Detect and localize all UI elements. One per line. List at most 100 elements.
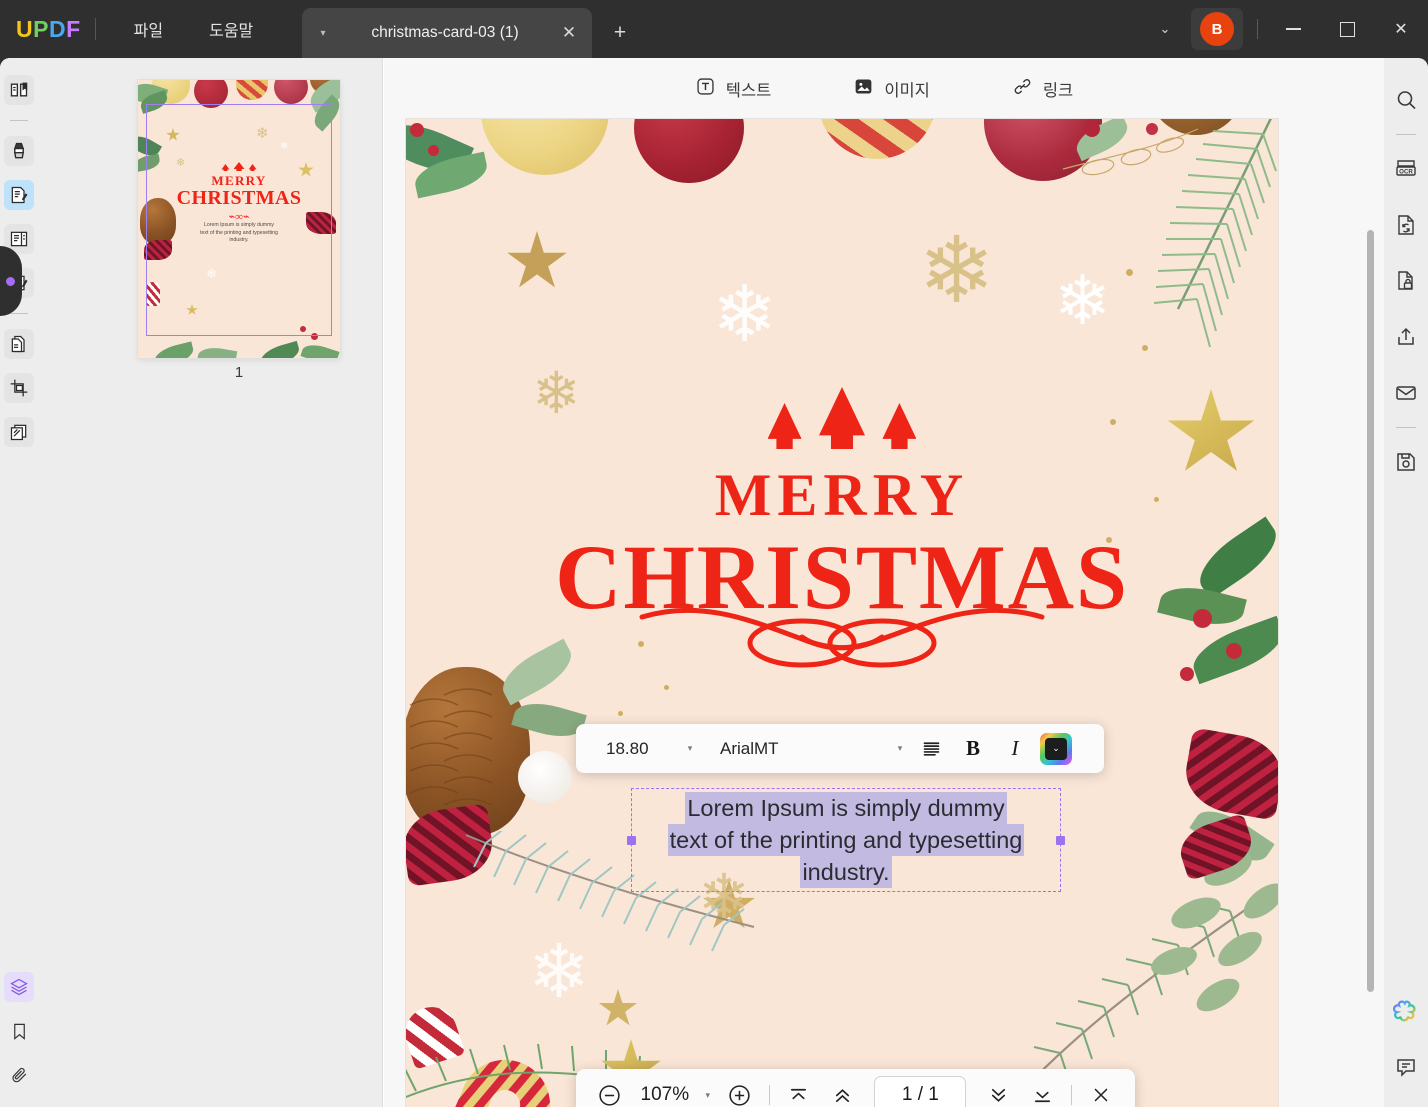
titlebar-divider-2 (1257, 19, 1258, 39)
gold-dot-2 (1142, 345, 1148, 351)
document-tab[interactable]: ▾ christmas-card-03 (1) ✕ (302, 8, 592, 58)
thumbnail-artwork: ❄ ❄ ❄ ❄ (138, 80, 340, 358)
toolbar-link-tool[interactable]: 링크 (1002, 71, 1083, 107)
flourish-ornament (632, 599, 1052, 671)
bow-right (1180, 727, 1278, 820)
search-icon[interactable] (1389, 83, 1423, 117)
toolbar-text-tool[interactable]: 텍스트 (685, 71, 782, 107)
font-size-value[interactable]: 18.80 (582, 739, 680, 759)
bauble-red-1 (194, 80, 228, 108)
berry-thumb-1 (311, 333, 318, 340)
updf-logo: UPDF (16, 18, 81, 41)
tree-small-left (768, 403, 802, 449)
menu-help[interactable]: 도움말 (195, 11, 267, 47)
menu-file[interactable]: 파일 (120, 11, 177, 47)
document-viewer: 텍스트 이미지 (384, 58, 1384, 1107)
berry-tl-1 (410, 123, 424, 137)
new-tab-button[interactable]: + (606, 19, 634, 47)
thumb-body-line-2: text of the printing and typesetting (138, 230, 340, 238)
resize-handle-left[interactable] (627, 836, 636, 845)
collapse-indicator-dot (6, 277, 15, 286)
bauble-yellow-large (481, 119, 609, 175)
page-indicator[interactable]: 1 / 1 (874, 1076, 966, 1107)
sidebar-item-attachment[interactable] (4, 1060, 34, 1090)
first-page-icon[interactable] (777, 1075, 821, 1107)
prev-page-icon[interactable] (821, 1075, 865, 1107)
thumbnail-page-1[interactable]: ❄ ❄ ❄ ❄ (138, 80, 340, 358)
berry-right-1 (1193, 609, 1212, 628)
leaf-b1 (152, 341, 195, 358)
resize-handle-right[interactable] (1056, 836, 1065, 845)
left-tool-rail (0, 58, 38, 1107)
share-icon[interactable] (1389, 320, 1423, 354)
thumb-trees (138, 162, 340, 171)
sidebar-item-comment[interactable] (4, 136, 34, 166)
page-navigation-bar: 107% ▾ 1 / 1 (576, 1069, 1135, 1107)
text-color-picker[interactable]: ⌄ (1040, 733, 1072, 765)
sidebar-collapse-handle[interactable] (0, 246, 22, 316)
logo-letter-d: D (49, 18, 66, 41)
comment-bubble-icon[interactable] (1389, 1050, 1423, 1084)
titlebar-divider (95, 18, 96, 40)
berry-thumb-2 (300, 326, 306, 332)
sidebar-item-crop[interactable] (4, 373, 34, 403)
protect-lock-icon[interactable] (1389, 264, 1423, 298)
close-pagebar-button[interactable] (1079, 1075, 1123, 1107)
zoom-out-button[interactable] (588, 1075, 632, 1107)
berry-right-3 (1180, 667, 1194, 681)
thumb-christmas-text: CHRISTMAS (138, 188, 340, 208)
right-rail-bottom (1384, 983, 1428, 1107)
tab-dropdown-icon[interactable]: ▾ (312, 28, 334, 39)
sidebar-item-layers[interactable] (4, 972, 34, 1002)
text-line-2: text of the printing and typesetting (668, 824, 1025, 856)
save-icon[interactable] (1389, 445, 1423, 479)
tab-close-icon[interactable]: ✕ (556, 23, 582, 43)
sidebar-item-convert[interactable] (4, 329, 34, 359)
bold-button[interactable]: B (952, 731, 994, 767)
sidebar-item-bookmark[interactable] (4, 1016, 34, 1046)
close-window-button[interactable]: ✕ (1374, 0, 1428, 58)
italic-button[interactable]: I (994, 731, 1036, 767)
maximize-button[interactable] (1320, 0, 1374, 58)
font-size-dropdown-icon[interactable]: ▾ (680, 743, 700, 754)
pdf-page[interactable]: ❄ ❄ ❄ ❄ ❄ ❄ (406, 119, 1278, 1107)
email-icon[interactable] (1389, 376, 1423, 410)
sidebar-item-compare[interactable] (4, 417, 34, 447)
right-rail-divider-2 (1396, 427, 1416, 428)
convert-icon[interactable] (1389, 208, 1423, 242)
align-justify-icon[interactable] (910, 731, 952, 767)
vertical-scrollbar[interactable] (1367, 230, 1374, 992)
pagebar-divider-2 (1071, 1085, 1072, 1105)
account-button[interactable]: B (1191, 8, 1243, 50)
updf-window: UPDF 파일 도움말 ▾ christmas-card-03 (1) ✕ + … (0, 0, 1428, 1107)
snowflake-white-1: ❄ (712, 275, 777, 353)
font-family-dropdown-icon[interactable]: ▾ (890, 743, 910, 754)
app-shell: ❄ ❄ ❄ ❄ (0, 58, 1428, 1107)
leaf-b3 (258, 341, 301, 358)
font-family-value[interactable]: ArialMT (700, 739, 890, 759)
ocr-icon[interactable]: OCR (1389, 152, 1423, 186)
toolbar-image-tool[interactable]: 이미지 (843, 71, 940, 107)
right-rail-divider-1 (1396, 134, 1416, 135)
chevron-down-icon[interactable]: ⌄ (1145, 9, 1185, 49)
zoom-level-value[interactable]: 107% (632, 1084, 698, 1106)
rail-divider-1 (10, 120, 28, 121)
last-page-icon[interactable] (1020, 1075, 1064, 1107)
christmas-card-artwork: ❄ ❄ ❄ ❄ ❄ ❄ (406, 119, 1278, 1107)
sidebar-item-edit-pdf[interactable] (4, 180, 34, 210)
zoom-dropdown-icon[interactable]: ▾ (698, 1090, 718, 1101)
text-format-toolbar: 18.80 ▾ ArialMT ▾ B I ⌄ (576, 724, 1104, 773)
tree-large-center (819, 387, 865, 449)
thumb-body-line-3: industry. (138, 237, 340, 245)
titlebar-right-controls: ⌄ B ✕ (1145, 0, 1428, 58)
zoom-in-button[interactable] (718, 1075, 762, 1107)
toolbar-link-label: 링크 (1043, 77, 1073, 101)
minimize-button[interactable] (1266, 0, 1320, 58)
color-picker-chevron-icon: ⌄ (1045, 738, 1067, 760)
next-page-icon[interactable] (976, 1075, 1020, 1107)
white-flower (518, 751, 572, 803)
selected-text-box[interactable]: Lorem Ipsum is simply dummy text of the … (631, 788, 1061, 892)
bauble-red-large (634, 119, 744, 183)
ai-assistant-icon[interactable] (1389, 994, 1423, 1028)
sidebar-item-reader-mode[interactable] (4, 75, 34, 105)
